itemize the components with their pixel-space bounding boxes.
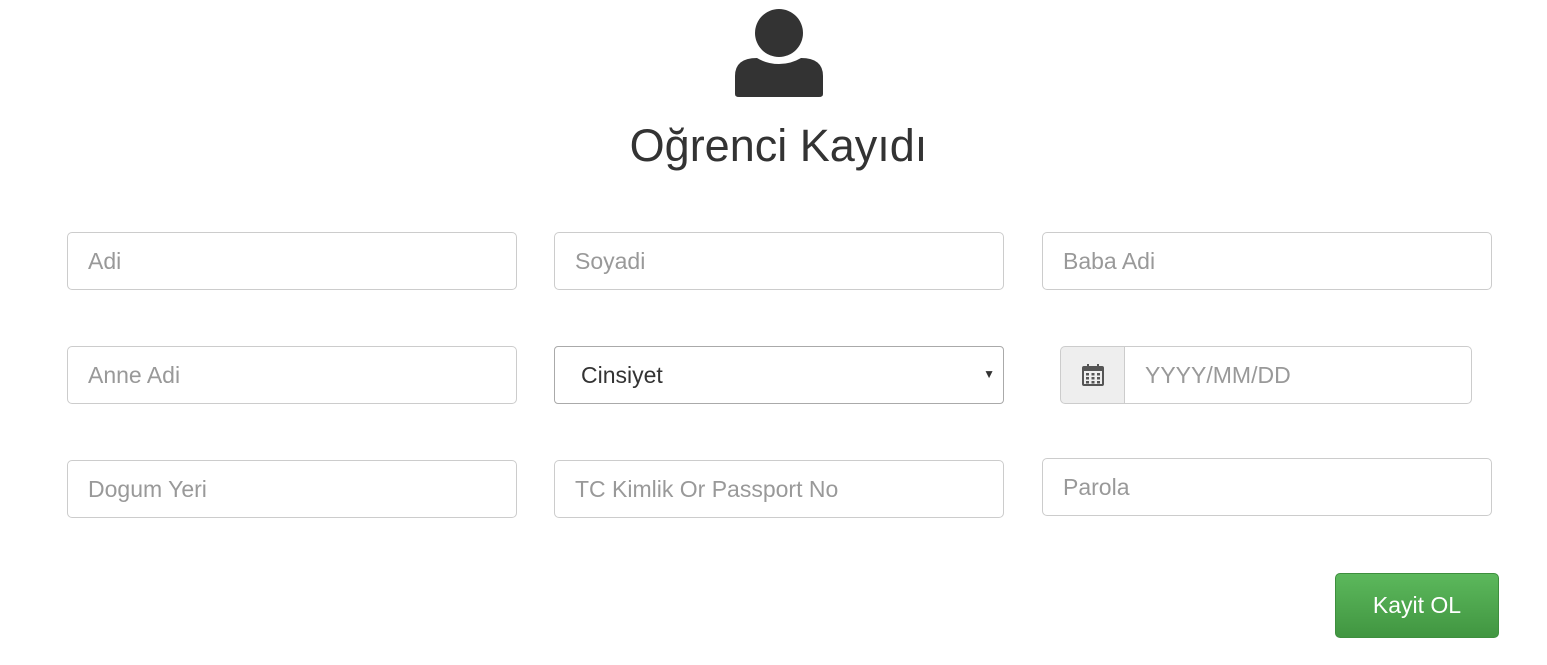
last-name-input[interactable]: [554, 232, 1004, 290]
id-number-input[interactable]: [554, 460, 1004, 518]
user-icon: [733, 8, 825, 100]
birth-place-input[interactable]: [67, 460, 517, 518]
birth-date-input[interactable]: [1124, 346, 1472, 404]
gender-select[interactable]: Cinsiyet ▼: [554, 346, 1004, 404]
password-input[interactable]: [1042, 458, 1492, 516]
gender-select-value: Cinsiyet: [581, 361, 663, 388]
father-name-input[interactable]: [1042, 232, 1492, 290]
first-name-input[interactable]: [67, 232, 517, 290]
page-title: Oğrenci Kayıdı: [629, 120, 928, 171]
birth-date-field: [1060, 346, 1472, 404]
caret-down-icon: ▼: [983, 367, 995, 381]
register-button[interactable]: Kayit OL: [1335, 573, 1499, 638]
mother-name-input[interactable]: [67, 346, 517, 404]
calendar-icon[interactable]: [1060, 346, 1124, 404]
